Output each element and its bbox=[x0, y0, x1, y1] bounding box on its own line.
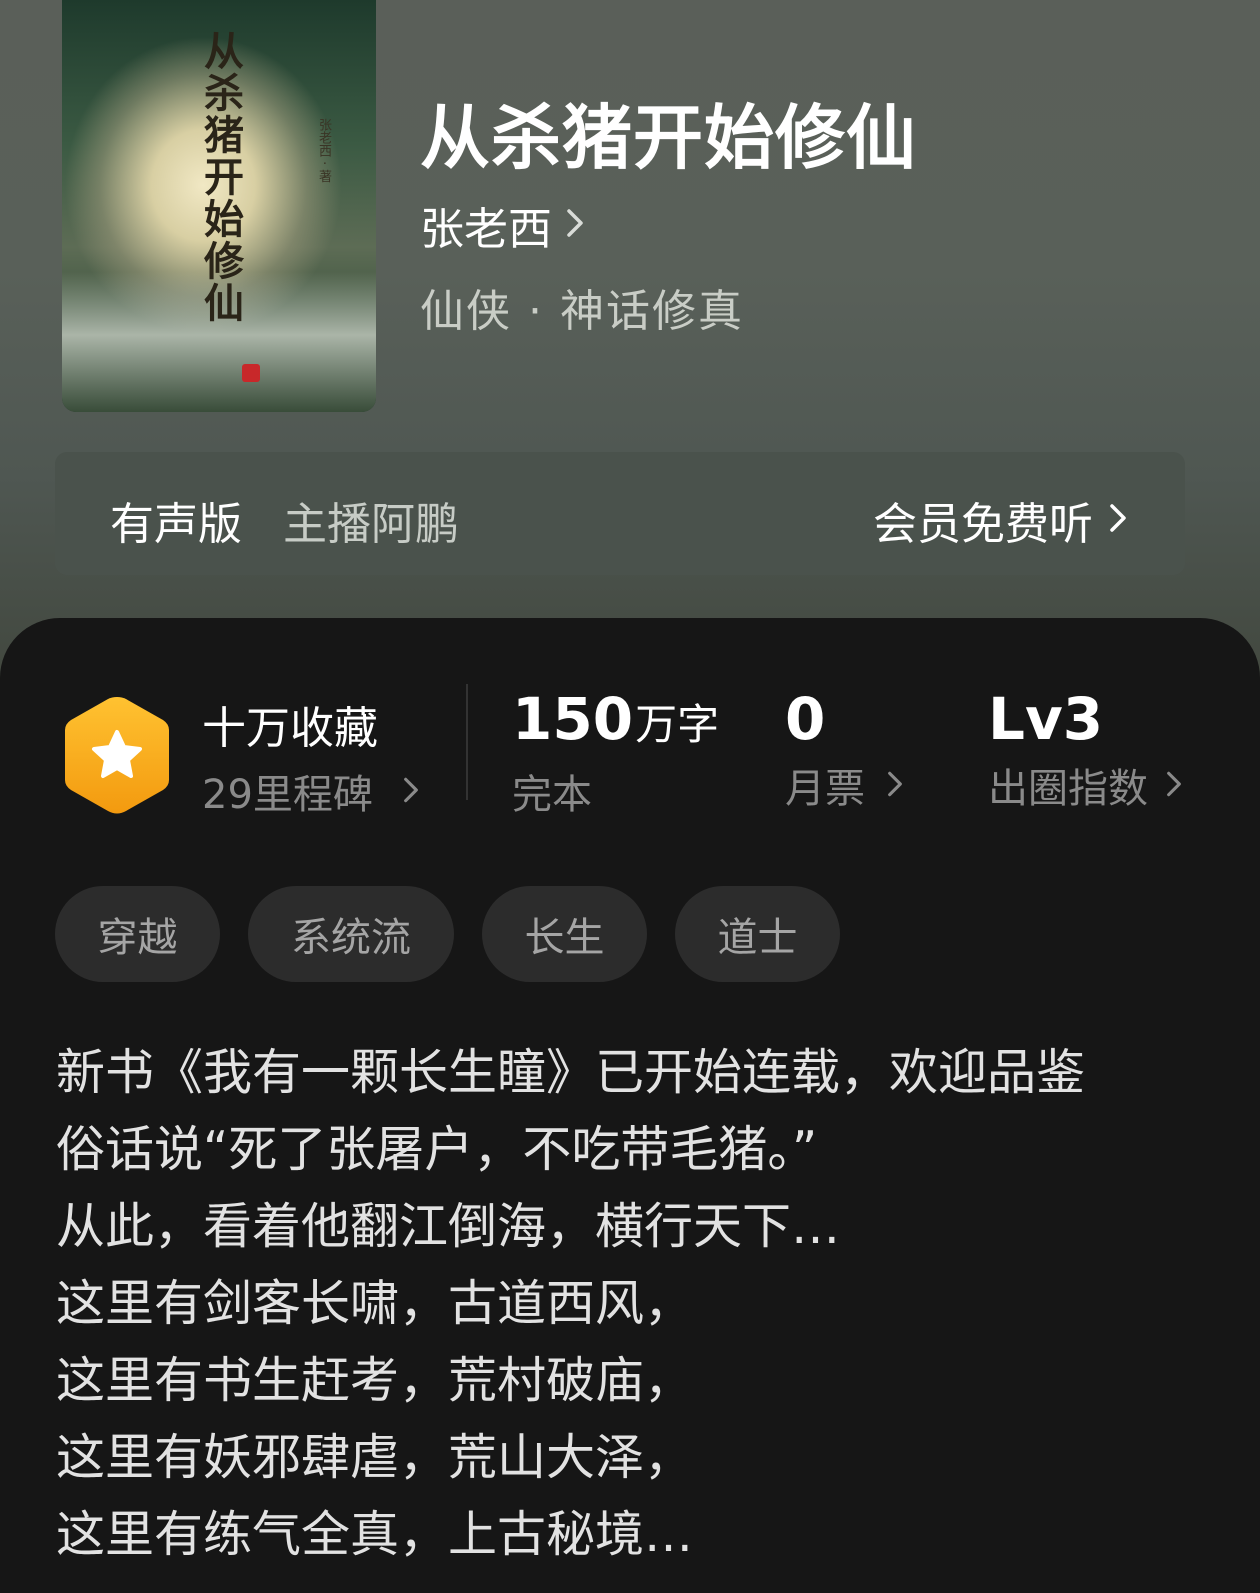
popularity-level: Lv3 bbox=[988, 685, 1104, 753]
description-line: 这里有书生赶考，荒村破庙， bbox=[56, 1352, 694, 1409]
stats-divider bbox=[466, 684, 468, 800]
monthly-votes-stat[interactable]: 0 月票 bbox=[785, 684, 903, 814]
publisher-logo bbox=[242, 364, 260, 382]
tag-chip[interactable]: 穿越 bbox=[55, 886, 220, 982]
chevron-right-icon bbox=[887, 763, 903, 807]
audio-label: 有声版 bbox=[110, 499, 242, 550]
description-line: 从此，看着他翻江倒海，横行天下… bbox=[56, 1198, 841, 1255]
favorites-count: 十万收藏 bbox=[202, 703, 378, 754]
description-line: 这里有练气全真，上古秘境… bbox=[56, 1506, 694, 1563]
monthly-votes-value: 0 bbox=[785, 685, 826, 753]
audio-free-listen-button[interactable]: 会员免费听 bbox=[873, 488, 1127, 552]
chevron-right-icon bbox=[403, 769, 419, 813]
book-genre: 仙侠 · 神话修真 bbox=[420, 286, 744, 337]
book-title: 从杀猪开始修仙 bbox=[420, 96, 917, 179]
popularity-index-stat[interactable]: Lv3 出圈指数 bbox=[988, 684, 1182, 814]
book-header: 从杀猪开始修仙 张老西 · 著 从杀猪开始修仙 张老西 仙侠 · 神话修真 有声… bbox=[0, 0, 1260, 680]
chevron-right-icon bbox=[1166, 763, 1182, 807]
chevron-right-icon bbox=[1109, 498, 1127, 542]
description-line: 这里有剑客长啸，古道西风， bbox=[56, 1275, 694, 1332]
completion-status: 完本 bbox=[512, 772, 592, 818]
cover-author: 张老西 · 著 bbox=[316, 118, 331, 183]
milestones-link[interactable]: 29里程碑 bbox=[202, 762, 419, 820]
author-link[interactable]: 张老西 bbox=[420, 193, 584, 257]
description-line: 俗话说“死了张屠户，不吃带毛猪。” bbox=[56, 1121, 818, 1178]
author-name: 张老西 bbox=[420, 204, 552, 255]
word-count-stat: 150万字 完本 bbox=[512, 684, 719, 820]
description-line: 这里有妖邪肆虐，荒山大泽， bbox=[56, 1429, 694, 1486]
star-hexagon-icon bbox=[65, 697, 169, 814]
word-unit: 万字 bbox=[635, 700, 720, 749]
book-cover[interactable]: 从杀猪开始修仙 张老西 · 著 bbox=[62, 0, 376, 412]
popularity-label: 出圈指数 bbox=[988, 766, 1148, 812]
audio-host: 主播阿鹏 bbox=[283, 499, 459, 550]
milestones-label: 29里程碑 bbox=[202, 772, 373, 818]
cover-title: 从杀猪开始修仙 bbox=[197, 30, 244, 324]
audio-version-bar[interactable]: 有声版 主播阿鹏 会员免费听 bbox=[55, 452, 1185, 575]
book-description[interactable]: 新书《我有一颗长生瞳》已开始连载，欢迎品鉴 俗话说“死了张屠户，不吃带毛猪。” … bbox=[56, 1034, 1236, 1573]
chevron-right-icon bbox=[566, 203, 584, 247]
tag-chip[interactable]: 道士 bbox=[675, 886, 840, 982]
word-count: 150 bbox=[512, 685, 634, 753]
monthly-votes-label: 月票 bbox=[785, 766, 865, 812]
description-line: 新书《我有一颗长生瞳》已开始连载，欢迎品鉴 bbox=[56, 1044, 1086, 1101]
tag-chip[interactable]: 长生 bbox=[482, 886, 647, 982]
audio-cta-label: 会员免费听 bbox=[873, 499, 1093, 550]
tag-list: 穿越 系统流 长生 道士 bbox=[55, 886, 840, 982]
tag-chip[interactable]: 系统流 bbox=[248, 886, 454, 982]
